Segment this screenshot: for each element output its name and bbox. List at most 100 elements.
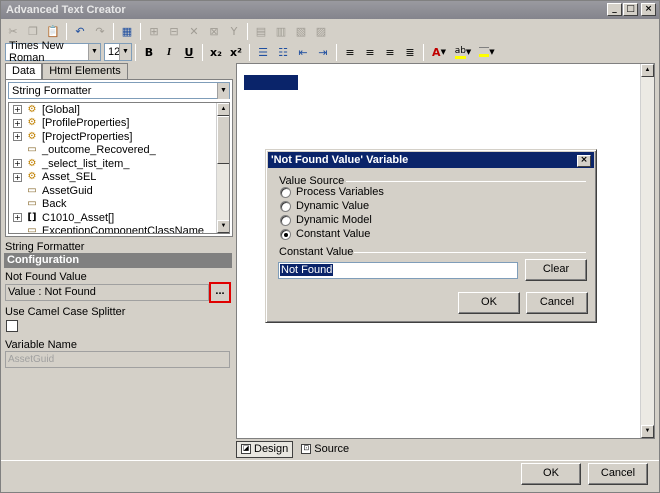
table-icon[interactable]: ▦ [117,22,137,41]
delete-col-icon[interactable]: ⊠ [204,22,224,41]
constant-value-input[interactable]: Not Found [278,262,518,279]
align-left-icon[interactable]: ≡ [340,43,360,62]
numbered-list-icon[interactable]: ☷ [273,43,293,62]
radio-label: Dynamic Model [296,214,372,226]
tab-design[interactable]: ◪ Design [236,440,294,458]
align-cell-icon[interactable]: ▨ [311,22,331,41]
copy-icon[interactable]: ❐ [23,22,43,41]
expand-icon[interactable]: + [13,172,22,182]
value-source-option[interactable]: Dynamic Model [280,214,372,226]
undo-icon[interactable]: ↶ [70,22,90,41]
underline-button[interactable]: U [179,43,199,62]
tree-item[interactable]: ▭ _outcome_Recovered_ [9,144,229,158]
expand-icon[interactable]: + [13,213,22,223]
delete-row-icon[interactable]: ✕ [184,22,204,41]
tree-scrollbar[interactable]: ▲ ▼ [216,103,229,233]
expand-icon[interactable]: + [13,132,22,142]
font-size-select[interactable]: 12 ▼ [104,43,132,61]
cancel-button[interactable]: Cancel [588,463,648,485]
var-group-icon: ⚙ [27,103,37,115]
font-name-select[interactable]: Times New Roman ▼ [5,40,101,64]
chevron-down-icon: ▼ [119,44,131,60]
selected-content[interactable] [244,75,298,90]
tree-item[interactable]: + ⚙ [Global] [9,103,229,117]
variable-tree: + ⚙ [Global] + ⚙ [ProfileProperties] + ⚙ [Projec… [8,102,230,234]
redo-icon[interactable]: ↷ [90,22,110,41]
split-icon[interactable]: ▥ [271,22,291,41]
value-source-option[interactable]: Process Variables [280,186,384,198]
highlight-icon: ab [454,46,466,59]
dialog-cancel-button[interactable]: Cancel [526,292,588,314]
dialog-ok-button[interactable]: OK [458,292,520,314]
radio-button[interactable] [280,214,291,226]
tree-item[interactable]: + ⚙ [ProjectProperties] [9,130,229,144]
tree-item[interactable]: ▭ Back [9,198,229,212]
scroll-up-icon[interactable]: ▲ [641,64,654,77]
tree-item-label: _select_list_item_ [42,157,130,170]
italic-button[interactable]: I [159,43,179,62]
tree-item[interactable]: + ⚙ [ProfileProperties] [9,117,229,131]
cell-props-icon[interactable]: Y [224,22,244,41]
radio-button[interactable] [280,186,291,198]
tree-item[interactable]: + ⚙ _select_list_item_ [9,157,229,171]
tree-item[interactable]: ▭ AssetGuid [9,184,229,198]
highlight-button[interactable]: ab ▼ [451,43,475,62]
editor-scrollbar[interactable]: ▲ ▼ [640,64,654,438]
tree-item[interactable]: ▭ ExceptionComponentClassName [9,225,229,233]
insert-row-icon[interactable]: ⊞ [144,22,164,41]
superscript-button[interactable]: x² [226,43,246,62]
design-icon: ◪ [241,444,251,454]
not-found-field[interactable]: Value : Not Found [5,284,209,301]
align-center-icon[interactable]: ≡ [360,43,380,62]
tree-item[interactable]: + ⚙ Asset_SEL [9,171,229,185]
tab-data[interactable]: Data [5,63,43,80]
edit-toolbar: ✂ ❐ 📋 ↶ ↷ ▦ ⊞ ⊟ ✕ ⊠ Y ▤ ▥ ▧ ▨ [3,20,331,42]
merge-icon[interactable]: ▤ [251,22,271,41]
formatter-select[interactable]: String Formatter ▼ [8,82,230,99]
subscript-button[interactable]: x₂ [206,43,226,62]
browse-button[interactable]: ... [209,282,231,303]
insert-col-icon[interactable]: ⊟ [164,22,184,41]
maximize-button[interactable]: □ [623,3,638,16]
clear-button[interactable]: Clear [525,259,587,281]
var-group-icon: ⚙ [27,130,37,142]
scroll-up-icon[interactable]: ▲ [217,103,229,116]
cut-icon[interactable]: ✂ [3,22,23,41]
justify-icon[interactable]: ≣ [400,43,420,62]
bullet-list-icon[interactable]: ☰ [253,43,273,62]
formatter-label: String Formatter [5,241,85,253]
tree-item[interactable]: + [] C1010_Asset[] [9,211,229,225]
scroll-thumb[interactable] [217,116,229,164]
outdent-icon[interactable]: ⇤ [293,43,313,62]
align-right-icon[interactable]: ≡ [380,43,400,62]
minimize-button[interactable]: _ [607,3,622,16]
font-name-value: Times New Roman [9,40,64,64]
var-group-icon: ⚙ [27,171,37,183]
expand-icon[interactable]: + [13,105,22,115]
background-color-button[interactable]: ▼ [475,43,499,62]
tree-item-label: Asset_SEL [42,171,97,184]
close-button[interactable]: × [641,3,656,16]
value-source-option[interactable]: Constant Value [280,228,370,240]
radio-label: Process Variables [296,186,384,198]
font-color-button[interactable]: A ▼ [427,43,451,62]
expand-icon[interactable]: + [13,118,22,128]
indent-icon[interactable]: ⇥ [313,43,333,62]
paste-icon[interactable]: 📋 [43,22,63,41]
tab-html-elements[interactable]: Html Elements [42,63,128,79]
dialog-close-button[interactable]: × [577,155,591,167]
scroll-down-icon[interactable]: ▼ [217,220,229,233]
data-panel: String Formatter ▼ + ⚙ [Global] + ⚙ [ProfileP… [5,79,233,237]
split-cell-icon[interactable]: ▧ [291,22,311,41]
view-tabs: ◪ Design ⊡ Source [236,440,353,458]
scroll-down-icon[interactable]: ▼ [641,425,654,438]
variable-name-label: Variable Name [5,339,77,351]
radio-button[interactable] [280,228,291,240]
tab-source[interactable]: ⊡ Source [297,441,353,458]
ok-button[interactable]: OK [521,463,581,485]
radio-button[interactable] [280,200,291,212]
bold-button[interactable]: B [139,43,159,62]
value-source-option[interactable]: Dynamic Value [280,200,369,212]
expand-icon[interactable]: + [13,159,22,169]
camel-case-checkbox[interactable] [6,320,18,332]
